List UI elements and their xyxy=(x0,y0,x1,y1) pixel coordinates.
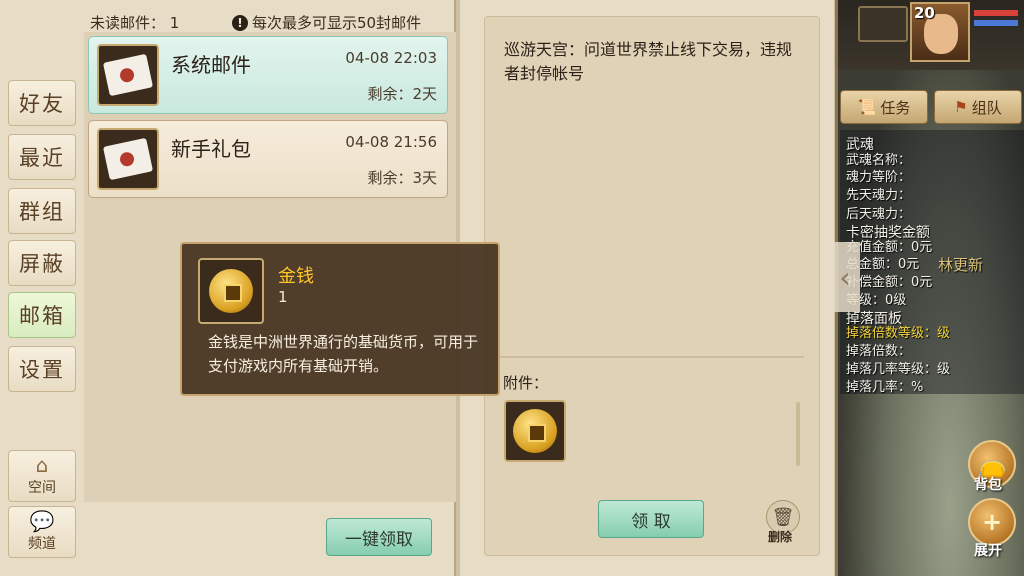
info-line: 掉落倍数： xyxy=(846,344,912,359)
bag-label: 背包 xyxy=(974,477,1002,493)
task-label: 任务 xyxy=(880,98,911,117)
mail-date: 04-08 21:56 xyxy=(345,133,437,151)
mail-remaining: 剩余：3天 xyxy=(367,169,437,187)
attachment-scrollbar[interactable] xyxy=(796,402,800,466)
mail-body: 巡游天宫：问道世界禁止线下交易，违规者封停帐号 xyxy=(504,40,793,83)
home-icon: ⌂ xyxy=(35,453,49,477)
channel-label: 频道 xyxy=(28,536,56,552)
mail-title: 系统邮件 xyxy=(171,53,251,77)
expand-button[interactable]: + xyxy=(968,498,1016,546)
team-button[interactable]: ⚑ 组队 xyxy=(934,90,1022,124)
item-tooltip: 金钱 1 金钱是中洲世界通行的基础货币，可用于支付游戏内所有基础开销。 xyxy=(180,242,500,396)
warning-icon: ! xyxy=(232,14,248,31)
coin-icon xyxy=(209,269,253,313)
info-line: 掉落几率等级：级 xyxy=(846,362,951,377)
player-level: 20 xyxy=(914,4,935,22)
flag-icon: ⚑ xyxy=(954,98,968,116)
mail-title: 新手礼包 xyxy=(171,137,251,161)
nav-groups[interactable]: 群组 xyxy=(8,188,76,234)
trash-icon: 🗑 xyxy=(771,506,795,528)
collapse-arrow-button[interactable]: ‹ xyxy=(830,242,860,312)
attachment-slot[interactable] xyxy=(504,400,566,462)
tooltip-item-slot xyxy=(198,258,264,324)
nav-settings[interactable]: 设置 xyxy=(8,346,76,392)
unread-count: 1 xyxy=(169,14,180,32)
info-line: 先天魂力： xyxy=(846,188,912,203)
mail-envelope-icon xyxy=(97,44,159,106)
mail-date: 04-08 22:03 xyxy=(345,49,437,67)
space-button[interactable]: ⌂ 空间 xyxy=(8,450,76,502)
mail-detail-content xyxy=(484,16,820,556)
mail-item[interactable]: 系统邮件 04-08 22:03 剩余：2天 xyxy=(88,36,448,114)
hud-slot[interactable] xyxy=(858,6,908,42)
nav-recent[interactable]: 最近 xyxy=(8,134,76,180)
coin-icon xyxy=(513,409,557,453)
mail-limit-notice: ! 每次最多可显示50封邮件 xyxy=(232,12,421,33)
delete-label: 删除 xyxy=(768,530,793,544)
channel-button[interactable]: 💬 频道 xyxy=(8,506,76,558)
mail-envelope-icon xyxy=(97,128,159,190)
task-button[interactable]: 📜 任务 xyxy=(840,90,928,124)
hp-bar xyxy=(974,10,1018,16)
scroll-icon: 📜 xyxy=(857,98,877,116)
mail-limit-text: 每次最多可显示50封邮件 xyxy=(252,14,422,32)
nav-friends[interactable]: 好友 xyxy=(8,80,76,126)
mp-bar xyxy=(974,20,1018,26)
nav-mailbox[interactable]: 邮箱 xyxy=(8,292,76,338)
tooltip-item-quantity: 1 xyxy=(278,288,288,306)
team-label: 组队 xyxy=(971,98,1002,117)
mail-remaining: 剩余：2天 xyxy=(367,85,437,103)
tooltip-item-name: 金钱 xyxy=(278,266,314,287)
attachment-label: 附件： xyxy=(503,374,549,392)
divider xyxy=(494,356,804,358)
mail-item[interactable]: 新手礼包 04-08 21:56 剩余：3天 xyxy=(88,120,448,198)
plus-icon: + xyxy=(981,508,1003,536)
info-line: 魂力等阶： xyxy=(846,170,912,185)
tooltip-item-description: 金钱是中洲世界通行的基础货币，可用于支付游戏内所有基础开销。 xyxy=(208,333,479,375)
info-line: 掉落几率：% xyxy=(846,380,924,395)
npc-name[interactable]: 林更新 xyxy=(938,254,983,275)
info-line: 后天魂力： xyxy=(846,207,912,222)
chat-bubble-icon: 💬 xyxy=(29,509,55,533)
unread-label: 未读邮件： xyxy=(90,14,166,32)
space-label: 空间 xyxy=(28,480,56,496)
expand-label: 展开 xyxy=(974,543,1002,559)
info-line: 掉落倍数等级：级 xyxy=(846,326,951,341)
claim-all-button[interactable]: 一键领取 xyxy=(326,518,432,556)
claim-button[interactable]: 领 取 xyxy=(598,500,704,538)
chevron-left-icon: ‹ xyxy=(839,260,851,294)
nav-blocked[interactable]: 屏蔽 xyxy=(8,240,76,286)
unread-counter: 未读邮件： 1 xyxy=(90,12,179,33)
